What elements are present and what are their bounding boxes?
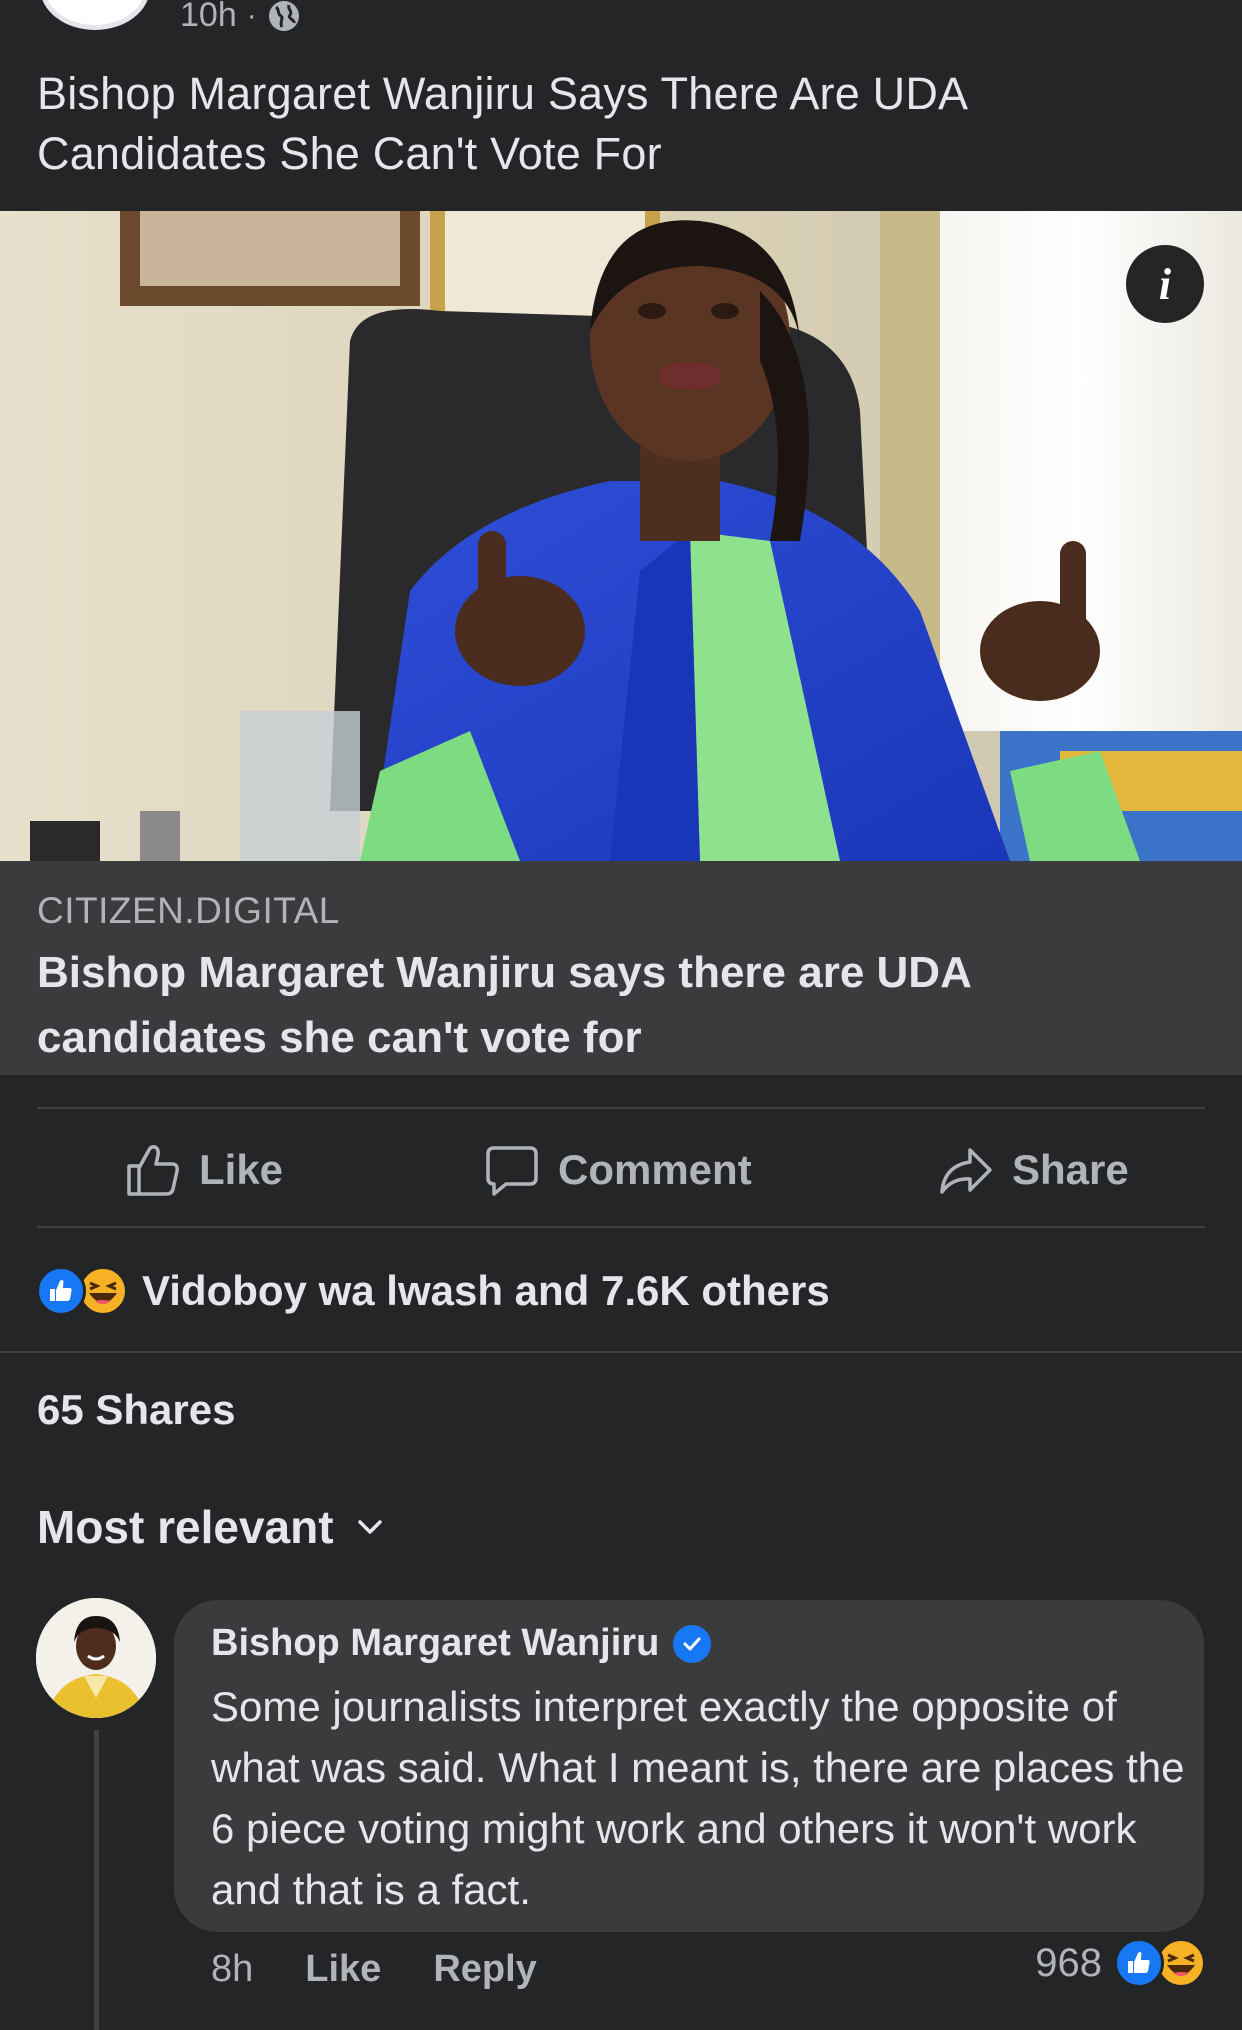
meta-separator: · (246, 0, 257, 32)
comment-author[interactable]: Bishop Margaret Wanjiru (211, 1622, 712, 1665)
sort-label: Most relevant (37, 1501, 334, 1553)
comment-reaction-count: 968 (1035, 1940, 1102, 1985)
comment-reply-button[interactable]: Reply (433, 1948, 536, 1991)
comment-author-name: Bishop Margaret Wanjiru (211, 1622, 660, 1664)
reactions-summary-text: Vidoboy wa lwash and 7.6K others (142, 1267, 830, 1314)
comment-reactions[interactable]: 968 (1035, 1938, 1206, 1988)
like-label: Like (199, 1146, 284, 1193)
link-domain: CITIZEN.DIGITAL (37, 890, 340, 931)
info-button[interactable]: i (1126, 245, 1204, 323)
divider (37, 1226, 1205, 1228)
link-preview-image[interactable] (0, 211, 1242, 861)
comment-text: Some journalists interpret exactly the o… (211, 1683, 1185, 1913)
link-title[interactable]: Bishop Margaret Wanjiru says there are U… (37, 940, 1197, 1070)
comment-thread-line (94, 1730, 99, 2030)
post-time[interactable]: 10h (180, 0, 237, 35)
info-icon: i (1158, 259, 1172, 309)
share-label: Share (1012, 1146, 1129, 1193)
article-photo (0, 211, 1242, 861)
comment-button[interactable]: Comment (484, 1140, 752, 1200)
reactions-summary[interactable]: Vidoboy wa lwash and 7.6K others (36, 1265, 830, 1317)
page-avatar[interactable] (40, 0, 150, 30)
verified-badge-icon (673, 1624, 712, 1663)
divider (37, 1107, 1205, 1109)
commenter-avatar[interactable] (36, 1598, 156, 1718)
chevron-down-icon (357, 1520, 382, 1534)
shares-count[interactable]: 65 Shares (37, 1386, 235, 1434)
comment-icon (486, 1146, 538, 1196)
like-reaction-icon (36, 1266, 86, 1316)
comment-time[interactable]: 8h (211, 1948, 253, 1991)
share-icon (940, 1148, 992, 1194)
post-meta: 10h · (180, 0, 301, 35)
thumbs-up-icon (127, 1145, 179, 1196)
post-text: Bishop Margaret Wanjiru Says There Are U… (37, 68, 966, 179)
comment-actions: 8h Like Reply (211, 1948, 589, 1991)
divider (0, 1351, 1242, 1353)
like-button[interactable]: Like (125, 1140, 283, 1200)
comment-sort-dropdown[interactable]: Most relevant (37, 1500, 384, 1554)
like-reaction-icon (1114, 1938, 1164, 1988)
comment-like-button[interactable]: Like (305, 1948, 381, 1991)
share-button[interactable]: Share (938, 1140, 1129, 1200)
comment-label: Comment (558, 1146, 752, 1193)
globe-icon (268, 0, 299, 31)
avatar-photo (36, 1598, 156, 1718)
